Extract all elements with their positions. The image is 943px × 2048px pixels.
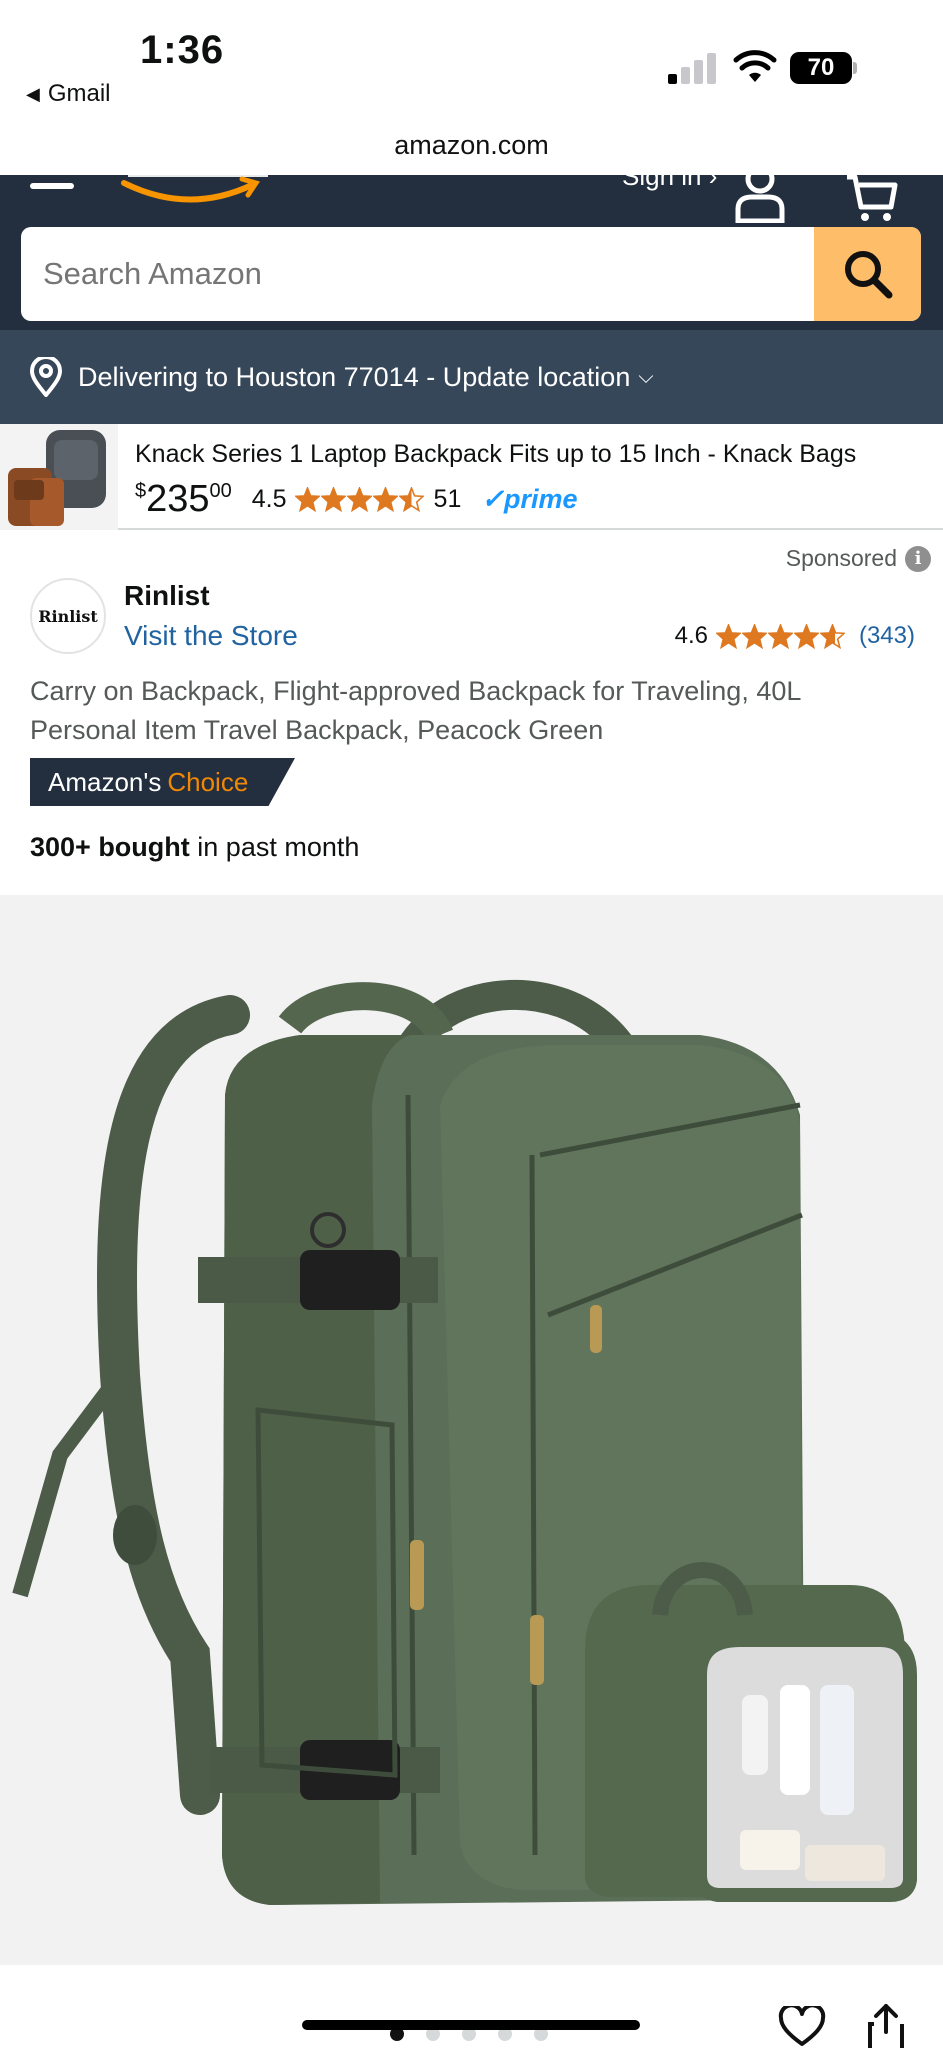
product-image-carousel[interactable] <box>0 895 943 1965</box>
status-bar: 1:36 ◀ Gmail 70 <box>0 0 943 130</box>
visit-store-link[interactable]: Visit the Store <box>124 620 298 652</box>
sponsored-label[interactable]: Sponsored i <box>786 545 931 572</box>
star-icon <box>741 623 767 649</box>
wifi-icon <box>733 50 777 82</box>
back-triangle-icon: ◀ <box>26 83 40 104</box>
product-title: Carry on Backpack, Flight-approved Backp… <box>30 676 801 745</box>
nav-top: Sign in › <box>0 175 943 227</box>
badge-prefix: Amazon's <box>48 766 162 797</box>
product-rating[interactable]: 4.6 (343) <box>675 622 915 650</box>
share-icon[interactable] <box>866 2002 906 2048</box>
delivery-location-bar[interactable]: Delivering to Houston 77014 - Update loc… <box>0 330 943 424</box>
search-icon <box>844 251 892 299</box>
clock: 1:36 <box>140 28 225 72</box>
heart-icon[interactable] <box>778 2006 826 2048</box>
amazons-choice-badge: Amazon's Choice <box>30 758 295 806</box>
bought-in-past-month: 300+ bought in past month <box>30 832 359 863</box>
menu-icon[interactable] <box>30 183 74 189</box>
ad-rating-value: 4.5 <box>251 485 287 513</box>
sponsored-text: Sponsored <box>785 545 897 571</box>
ad-price-fraction: 00 <box>209 480 232 502</box>
star-icon <box>320 487 346 512</box>
search-input[interactable] <box>21 227 814 321</box>
ad-product-thumbnail[interactable] <box>0 424 118 530</box>
location-text: Delivering to Houston 77014 - Update loc… <box>78 361 631 392</box>
star-icon <box>715 623 741 649</box>
ad-star-rating <box>294 487 424 512</box>
star-icon <box>398 487 424 512</box>
brand-logo[interactable]: Rinlist <box>30 578 106 654</box>
browser-url[interactable]: amazon.com <box>0 130 943 161</box>
chevron-down-icon: ⌵ <box>638 365 654 388</box>
sponsored-ad-strip[interactable]: Knack Series 1 Laptop Backpack Fits up t… <box>0 424 943 530</box>
star-icon <box>372 487 398 512</box>
search-button[interactable] <box>814 227 921 321</box>
product-rating-value: 4.6 <box>674 622 708 649</box>
ad-title[interactable]: Knack Series 1 Laptop Backpack Fits up t… <box>135 440 915 469</box>
star-icon <box>294 487 320 512</box>
product-star-rating <box>715 623 845 649</box>
bought-period: in past month <box>189 832 360 862</box>
star-icon <box>767 623 793 649</box>
brand-name[interactable]: Rinlist <box>124 580 210 612</box>
product-image <box>12 979 917 1905</box>
bought-count: 300+ bought <box>30 832 190 862</box>
info-icon[interactable]: i <box>905 545 931 572</box>
cellular-signal-icon <box>668 52 716 84</box>
ad-details: $ 235 00 4.5 51 ✓prime <box>135 478 578 521</box>
battery-icon: 70 <box>790 52 852 84</box>
cart-icon[interactable] <box>845 175 899 225</box>
star-icon <box>793 623 819 649</box>
amazon-header: Sign in › <box>0 175 943 330</box>
sign-in-link[interactable]: Sign in › <box>622 175 717 192</box>
star-icon <box>819 623 845 649</box>
account-icon[interactable] <box>734 175 786 223</box>
ad-price-whole: 235 <box>146 478 210 520</box>
ad-review-count: 51 <box>433 485 462 513</box>
star-icon <box>346 487 372 512</box>
product-review-count[interactable]: (343) <box>859 622 915 650</box>
badge-highlight: Choice <box>167 766 249 797</box>
location-pin-icon <box>28 357 64 397</box>
prime-badge: ✓prime <box>481 484 578 514</box>
amazon-logo[interactable] <box>118 175 278 207</box>
back-to-app-link[interactable]: ◀ Gmail <box>26 80 111 108</box>
home-indicator[interactable] <box>302 2020 640 2030</box>
battery-cap <box>853 62 857 74</box>
back-app-label: Gmail <box>47 80 111 107</box>
search-bar <box>21 227 921 321</box>
ad-price-symbol: $ <box>135 480 147 502</box>
